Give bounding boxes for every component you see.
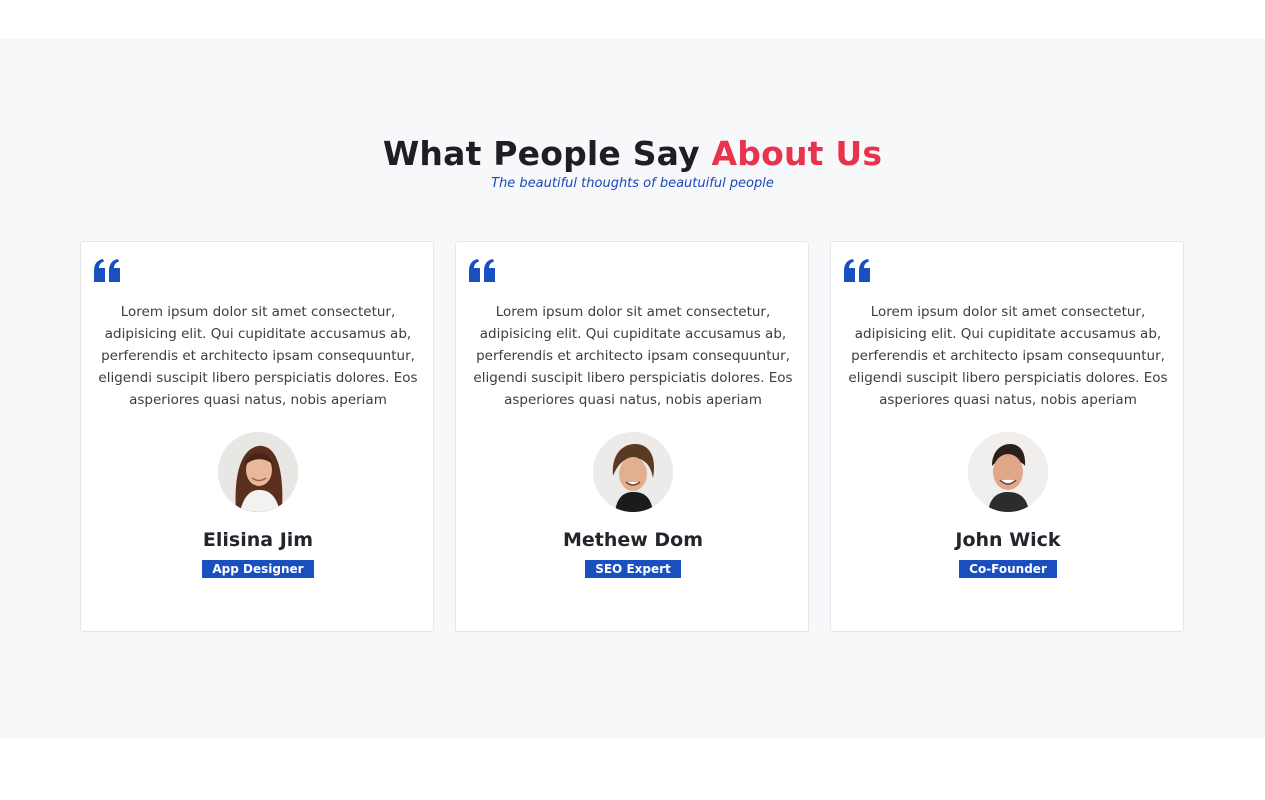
section-header: What People Say About Us The beautiful t… — [0, 134, 1265, 193]
quote-icon — [469, 259, 495, 282]
testimonial-name: Methew Dom — [562, 529, 704, 551]
testimonial-card: Lorem ipsum dolor sit amet consectetur, … — [830, 241, 1184, 632]
quote-icon — [94, 259, 120, 282]
avatar — [218, 432, 298, 512]
role-badge: Co-Founder — [959, 560, 1057, 578]
role-wrapper: Co-Founder — [831, 558, 1185, 578]
avatar — [968, 432, 1048, 512]
avatar — [593, 432, 673, 512]
testimonials-section: What People Say About Us The beautiful t… — [0, 39, 1265, 739]
testimonial-name: John Wick — [955, 529, 1061, 551]
testimonial-text: Lorem ipsum dolor sit amet consectetur, … — [473, 304, 793, 408]
section-title-main: What People Say — [382, 134, 700, 173]
role-wrapper: SEO Expert — [456, 558, 810, 578]
section-title: What People Say About Us — [0, 134, 1265, 174]
testimonial-card: Lorem ipsum dolor sit amet consectetur, … — [80, 241, 434, 632]
testimonial-name: Elisina Jim — [202, 529, 314, 551]
testimonial-cards: Lorem ipsum dolor sit amet consectetur, … — [80, 241, 1186, 634]
role-badge: App Designer — [202, 560, 314, 578]
testimonial-text: Lorem ipsum dolor sit amet consectetur, … — [98, 304, 418, 408]
section-subtitle: The beautiful thoughts of beautuiful peo… — [491, 176, 774, 191]
role-badge: SEO Expert — [585, 560, 681, 578]
testimonial-card: Lorem ipsum dolor sit amet consectetur, … — [455, 241, 809, 632]
testimonial-text: Lorem ipsum dolor sit amet consectetur, … — [848, 304, 1168, 408]
role-wrapper: App Designer — [81, 558, 435, 578]
section-title-accent: About Us — [711, 134, 883, 173]
quote-icon — [844, 259, 870, 282]
